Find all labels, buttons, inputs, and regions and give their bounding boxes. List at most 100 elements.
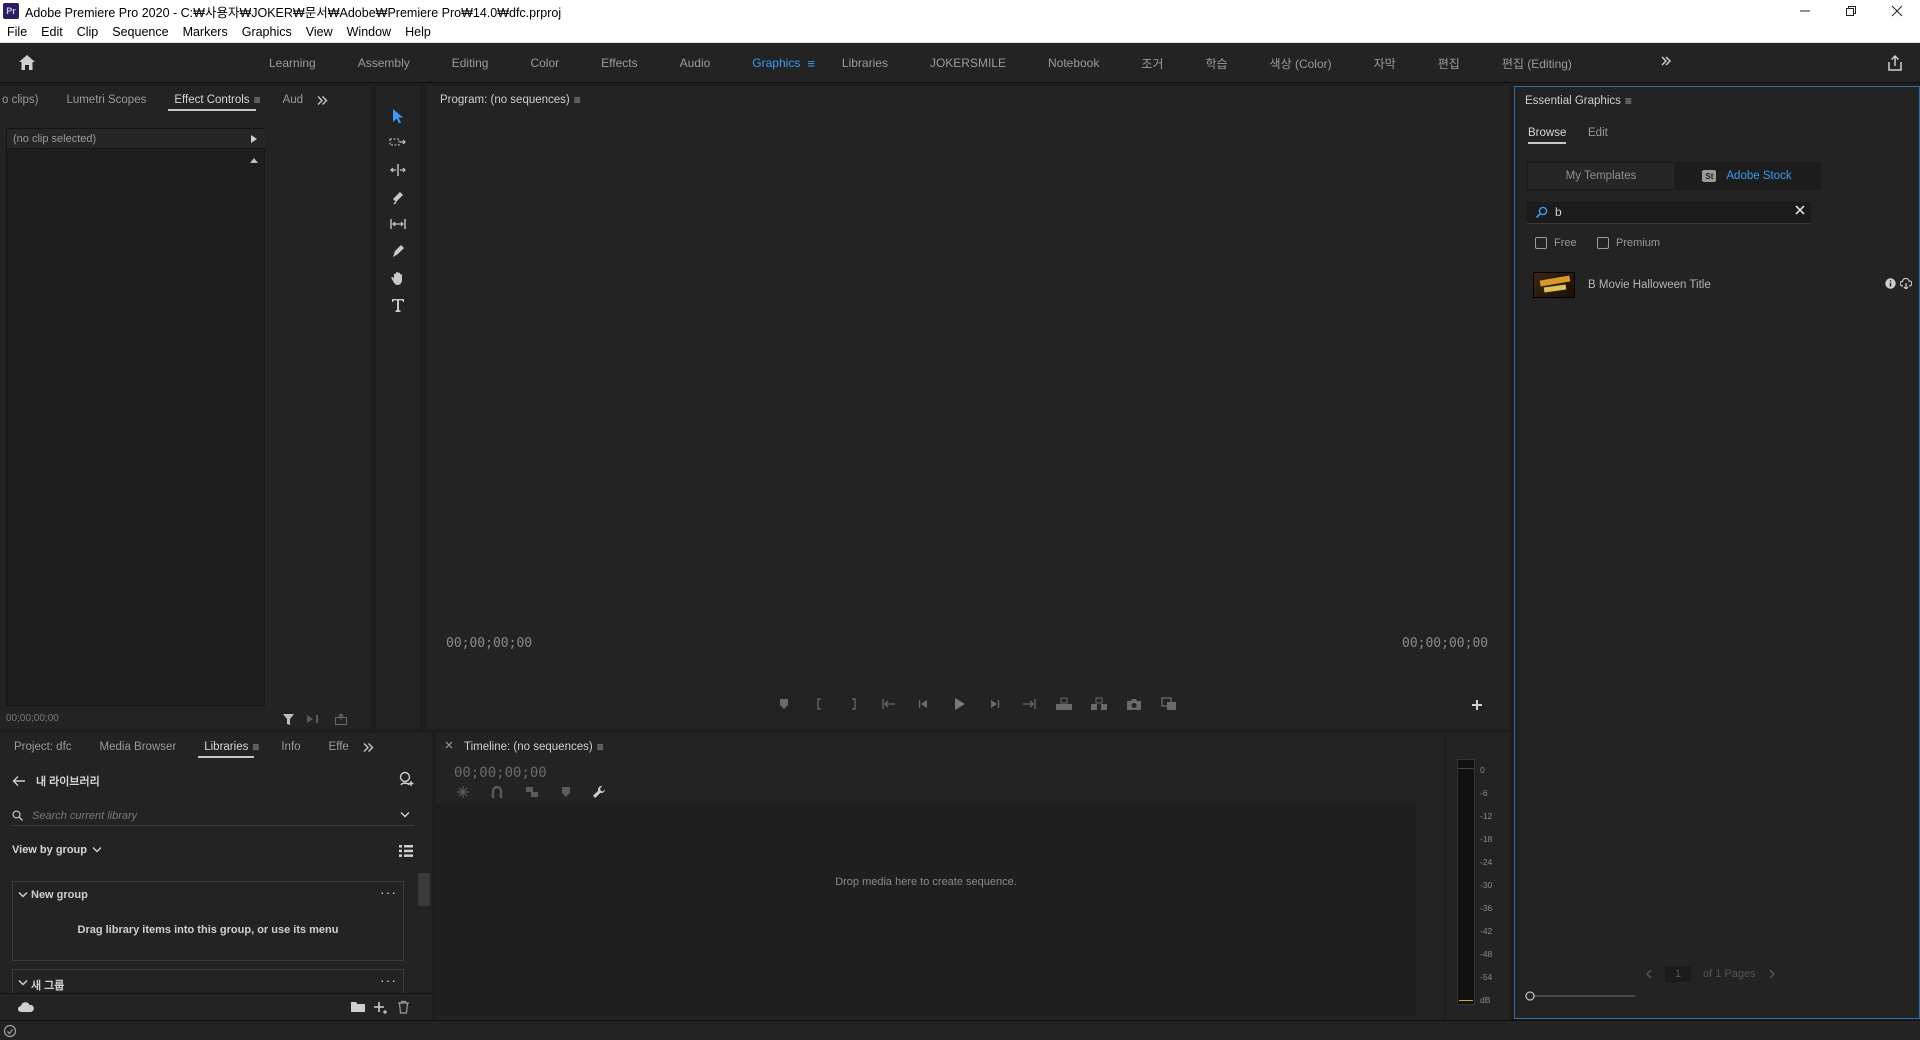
trash-icon[interactable] [397, 1000, 410, 1014]
pen-tool[interactable] [388, 241, 408, 261]
menu-graphics[interactable]: Graphics [235, 25, 299, 39]
tab-browse[interactable]: Browse [1528, 127, 1567, 144]
workspace-tab-editing-ko-2[interactable]: 편집 (Editing) [1481, 55, 1593, 72]
share-button[interactable] [1886, 54, 1904, 72]
wrench-icon[interactable] [592, 785, 606, 799]
workspace-tab-notebook[interactable]: Notebook [1027, 56, 1120, 70]
library-group[interactable]: 새 그룹 ··· [12, 969, 404, 993]
group-more-icon[interactable]: ··· [380, 972, 397, 988]
tab-libraries[interactable]: Libraries [190, 733, 262, 761]
add-marker-button[interactable] [774, 697, 793, 711]
page-number-input[interactable]: 1 [1665, 966, 1691, 982]
program-playhead-timecode[interactable]: 00;00;00;00 [446, 636, 532, 651]
chevron-left-icon[interactable] [1645, 969, 1653, 979]
linked-selection-icon[interactable] [524, 785, 540, 799]
menu-sequence[interactable]: Sequence [105, 25, 175, 39]
extract-button[interactable] [1089, 697, 1108, 711]
chevron-down-icon[interactable] [18, 979, 28, 987]
essential-graphics-title[interactable]: Essential Graphics [1515, 87, 1635, 115]
tab-source-clips[interactable]: o clips) [0, 86, 52, 114]
thumbnail-size-slider[interactable] [1525, 991, 1635, 1001]
nest-sequences-icon[interactable] [456, 785, 470, 799]
workspace-tab-learning-ko[interactable]: 학습 [1184, 55, 1248, 72]
tab-edit[interactable]: Edit [1588, 127, 1608, 139]
tab-lumetri-scopes[interactable]: Lumetri Scopes [52, 86, 160, 114]
menu-edit[interactable]: Edit [34, 25, 70, 39]
snap-magnet-icon[interactable] [490, 785, 504, 799]
step-back-button[interactable] [914, 697, 933, 711]
workspace-tab-editing-ko[interactable]: 편집 [1417, 55, 1481, 72]
list-view-icon[interactable] [398, 844, 414, 858]
workspace-tab-effects[interactable]: Effects [580, 56, 658, 70]
timeline-title[interactable]: Timeline: (no sequences) [436, 733, 607, 761]
cloud-download-icon[interactable] [1900, 278, 1912, 289]
menu-clip[interactable]: Clip [70, 25, 106, 39]
library-collaborate-icon[interactable] [398, 771, 414, 787]
step-forward-button[interactable] [984, 697, 1003, 711]
go-to-out-button[interactable] [1019, 697, 1038, 711]
play-button[interactable] [949, 697, 968, 711]
menu-view[interactable]: View [299, 25, 340, 39]
more-panels-button[interactable] [363, 742, 374, 753]
chevron-right-icon[interactable] [1768, 969, 1776, 979]
track-select-tool[interactable] [388, 133, 408, 153]
workspace-tab-libraries[interactable]: Libraries [821, 56, 909, 70]
tab-audio-mixer[interactable]: Aud [269, 86, 317, 114]
menu-window[interactable]: Window [340, 25, 398, 39]
more-panels-button[interactable] [317, 95, 328, 106]
type-tool[interactable] [388, 295, 408, 315]
adobe-stock-button[interactable]: St Adobe Stock [1674, 163, 1820, 189]
group-more-icon[interactable]: ··· [380, 884, 397, 900]
library-group[interactable]: New group ··· Drag library items into th… [12, 881, 404, 961]
comparison-view-button[interactable] [1159, 697, 1178, 711]
menu-markers[interactable]: Markers [176, 25, 235, 39]
library-scrollbar[interactable] [418, 873, 430, 906]
filter-free-checkbox[interactable]: Free [1535, 237, 1577, 249]
triangle-right-icon[interactable] [250, 135, 258, 143]
close-window-button[interactable] [1874, 0, 1920, 22]
export-frame-icon[interactable] [334, 713, 348, 726]
mark-out-button[interactable] [844, 697, 863, 711]
workspace-tab-editing[interactable]: Editing [431, 56, 510, 70]
export-frame-button[interactable] [1124, 697, 1143, 711]
home-button[interactable] [18, 54, 36, 71]
library-search-input[interactable]: Search current library [12, 806, 414, 826]
add-element-icon[interactable] [373, 1000, 389, 1014]
timeline-timecode[interactable]: 00;00;00;00 [454, 765, 547, 781]
tab-project[interactable]: Project: dfc [0, 733, 86, 761]
menu-file[interactable]: File [0, 25, 34, 39]
hand-tool[interactable] [388, 268, 408, 288]
tab-info[interactable]: Info [267, 733, 314, 761]
razor-tool[interactable] [388, 187, 408, 207]
workspace-tab-joker-ko[interactable]: 조거 [1120, 55, 1184, 72]
folder-icon[interactable] [350, 1000, 366, 1013]
program-monitor-title[interactable]: Program: (no sequences) [426, 86, 584, 114]
cloud-icon[interactable] [17, 1001, 35, 1013]
workspace-tab-audio[interactable]: Audio [659, 56, 732, 70]
restore-button[interactable] [1828, 0, 1874, 22]
workspace-tab-color-ko[interactable]: 색상 (Color) [1249, 55, 1353, 72]
play-only-audio-icon[interactable] [306, 713, 320, 726]
my-templates-button[interactable]: My Templates [1528, 163, 1674, 189]
lift-button[interactable] [1054, 697, 1073, 711]
workspace-menu-icon[interactable]: ≡ [807, 56, 815, 71]
view-by-dropdown[interactable]: View by group [12, 844, 102, 856]
slip-tool[interactable] [388, 214, 408, 234]
workspace-tab-captions-ko[interactable]: 자막 [1353, 55, 1417, 72]
chevron-down-icon[interactable] [400, 811, 410, 819]
chevron-down-icon[interactable] [18, 891, 28, 899]
background-tasks-icon[interactable] [3, 1024, 17, 1038]
timeline-track-area[interactable]: Drop media here to create sequence. [436, 803, 1416, 1016]
menu-help[interactable]: Help [398, 25, 438, 39]
mark-in-button[interactable] [809, 697, 828, 711]
scroll-up-icon[interactable] [250, 157, 258, 163]
minimize-button[interactable] [1782, 0, 1828, 22]
tab-media-browser[interactable]: Media Browser [86, 733, 191, 761]
tab-effect-controls[interactable]: Effect Controls [160, 86, 263, 114]
button-editor-add[interactable] [1471, 699, 1483, 711]
program-viewer[interactable] [426, 114, 1510, 604]
tab-effects[interactable]: Effe [315, 733, 363, 761]
clear-search-button[interactable] [1795, 205, 1805, 215]
stock-result-item[interactable]: B Movie Halloween Title [1533, 271, 1913, 301]
go-to-in-button[interactable] [879, 697, 898, 711]
